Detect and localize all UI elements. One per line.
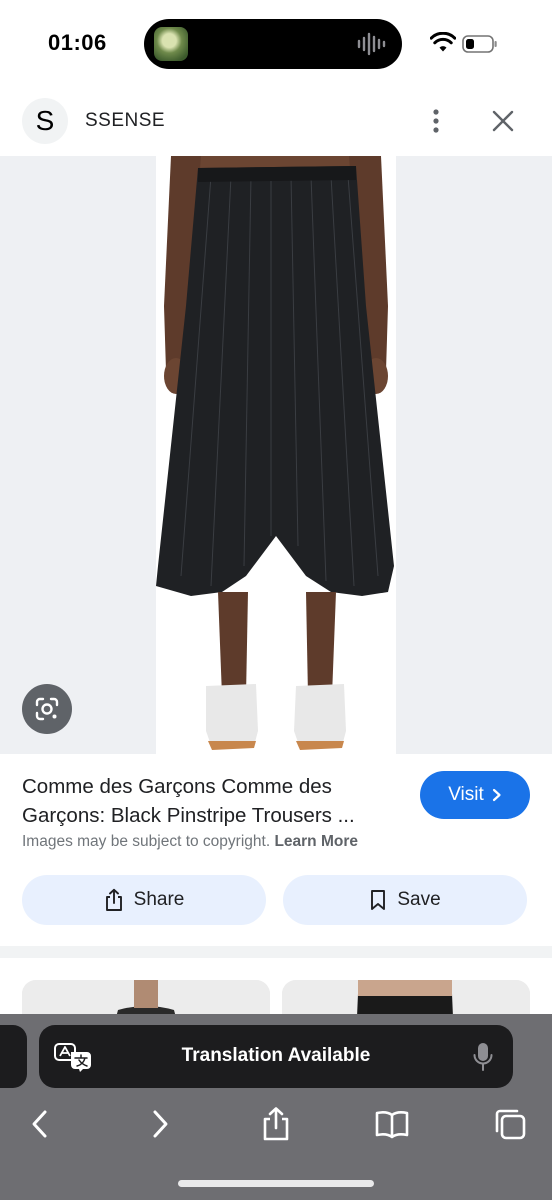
forward-icon [153, 1110, 168, 1138]
visit-button[interactable]: Visit [420, 771, 530, 819]
album-art-icon [154, 27, 188, 61]
image-preview [0, 156, 552, 754]
status-time: 01:06 [48, 30, 107, 55]
close-icon[interactable] [486, 104, 520, 138]
previous-tab-edge[interactable] [0, 1025, 27, 1088]
result-info: Comme des Garçons Comme des Garçons: Bla… [0, 754, 552, 946]
back-icon [32, 1110, 47, 1138]
battery-icon [462, 35, 497, 53]
site-avatar-letter: S [35, 105, 55, 136]
share-icon [105, 888, 122, 911]
related-result-image [282, 980, 530, 1018]
lens-icon [35, 697, 59, 721]
save-label: Save [397, 889, 441, 910]
tabs-icon [495, 1109, 526, 1140]
product-image[interactable] [156, 156, 396, 754]
visit-label: Visit [448, 784, 484, 805]
section-divider [0, 946, 552, 958]
dynamic-island[interactable] [144, 19, 402, 69]
wifi-icon [430, 32, 456, 52]
share-button[interactable]: Share [22, 875, 266, 925]
save-button[interactable]: Save [283, 875, 527, 925]
bookmark-icon [371, 890, 386, 910]
site-avatar[interactable]: S [22, 98, 68, 144]
copyright-notice: Images may be subject to copyright. Lear… [22, 833, 358, 851]
chevron-right-icon [492, 788, 501, 802]
browser-toolbar: Translation Available [0, 1014, 552, 1200]
translation-text: Translation Available [181, 1045, 371, 1066]
tabs-button[interactable] [488, 1102, 532, 1146]
site-name[interactable]: SSENSE [85, 110, 165, 132]
more-vert-icon[interactable] [422, 104, 450, 138]
related-result-image [22, 980, 270, 1018]
audio-waveform-icon [357, 32, 386, 56]
bookmarks-button[interactable] [370, 1102, 414, 1146]
bookmarks-icon [375, 1111, 409, 1139]
share-label: Share [133, 889, 185, 910]
status-bar: 01:06 [0, 0, 552, 90]
forward-button[interactable] [138, 1102, 182, 1146]
product-title[interactable]: Comme des Garçons Comme des Garçons: Bla… [22, 772, 407, 830]
share-page-button[interactable] [254, 1102, 298, 1146]
share-icon [263, 1107, 289, 1141]
translation-bar[interactable]: Translation Available [39, 1025, 513, 1088]
related-results [0, 958, 552, 1018]
lens-button[interactable] [22, 684, 72, 734]
learn-more-link[interactable]: Learn More [274, 833, 358, 850]
related-result-card[interactable] [282, 980, 530, 1018]
copyright-text: Images may be subject to copyright. [22, 833, 271, 850]
mic-icon[interactable] [472, 1041, 494, 1073]
back-button[interactable] [18, 1102, 62, 1146]
site-header: S SSENSE [0, 90, 552, 156]
home-indicator [178, 1180, 374, 1187]
related-result-card[interactable] [22, 980, 270, 1018]
